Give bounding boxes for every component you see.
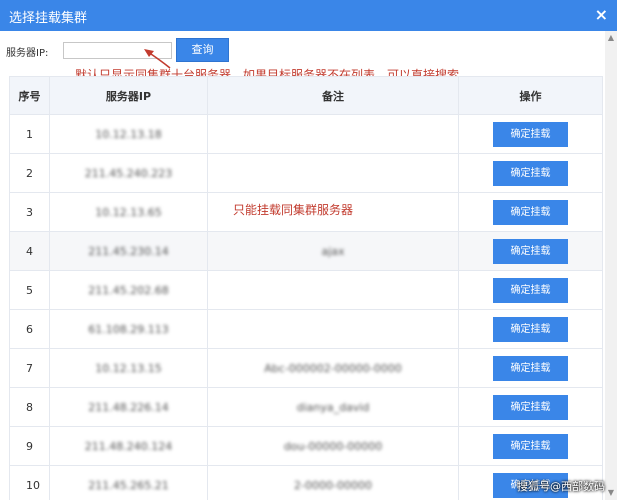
row-ip-text: 211.45.230.14 — [88, 244, 169, 258]
row-action: 确定挂载 — [458, 231, 603, 271]
server-table: 序号 服务器IP 备注 操作 1 10.12.13.18 确定挂载 2 211.… — [9, 76, 603, 500]
row-ip-text: 211.45.202.68 — [88, 283, 169, 297]
row-index: 6 — [9, 309, 50, 349]
table-row: 8 211.48.226.14 dianya_david 确定挂载 — [9, 387, 603, 427]
table-row: 9 211.48.240.124 dou-00000-00000 确定挂载 — [9, 426, 603, 466]
confirm-mount-button[interactable]: 确定挂载 — [493, 316, 568, 342]
confirm-mount-button[interactable]: 确定挂载 — [493, 160, 568, 186]
row-action: 确定挂载 — [458, 426, 603, 466]
column-header-index: 序号 — [9, 76, 50, 115]
row-note-text: dou-00000-00000 — [283, 439, 383, 453]
column-header-note: 备注 — [207, 76, 459, 115]
table-row: 2 211.45.240.223 确定挂载 — [9, 153, 603, 193]
confirm-mount-button[interactable]: 确定挂载 — [493, 433, 568, 459]
confirm-mount-button[interactable]: 确定挂载 — [493, 355, 568, 381]
confirm-mount-button[interactable]: 确定挂载 — [493, 199, 568, 225]
row-ip-text: 211.45.265.21 — [88, 478, 169, 492]
table-header-row: 序号 服务器IP 备注 操作 — [9, 76, 603, 115]
scroll-up-arrow-icon[interactable]: ▲ — [606, 33, 616, 43]
confirm-mount-button[interactable]: 确定挂载 — [493, 121, 568, 147]
table-row: 1 10.12.13.18 确定挂载 — [9, 114, 603, 154]
row-note-text: ajax — [321, 244, 345, 258]
confirm-mount-button[interactable]: 确定挂载 — [493, 277, 568, 303]
row-ip: 211.45.240.223 — [49, 153, 208, 193]
row-note: dianya_david — [207, 387, 459, 427]
row-note-text: Abc-000002-00000-0000 — [264, 361, 402, 375]
row-index: 8 — [9, 387, 50, 427]
row-ip-text: 211.48.240.124 — [84, 439, 173, 453]
row-index: 3 — [9, 192, 50, 232]
scroll-down-arrow-icon[interactable]: ▼ — [606, 488, 616, 498]
row-ip: 211.48.226.14 — [49, 387, 208, 427]
row-ip: 10.12.13.65 — [49, 192, 208, 232]
query-button[interactable]: 查询 — [176, 38, 229, 62]
row-action: 确定挂载 — [458, 114, 603, 154]
row-index: 9 — [9, 426, 50, 466]
row-index: 10 — [9, 465, 50, 500]
table-row: 6 61.108.29.113 确定挂载 — [9, 309, 603, 349]
row-index: 7 — [9, 348, 50, 388]
row-note-text: dianya_david — [296, 400, 370, 414]
confirm-mount-button[interactable]: 确定挂载 — [493, 238, 568, 264]
column-header-server-ip: 服务器IP — [49, 76, 208, 115]
annotation-cluster-hint: 只能挂载同集群服务器 — [233, 203, 354, 217]
table-row: 5 211.45.202.68 确定挂载 — [9, 270, 603, 310]
row-ip-text: 10.12.13.15 — [95, 361, 162, 375]
row-ip-text: 10.12.13.65 — [95, 205, 162, 219]
row-ip: 211.45.230.14 — [49, 231, 208, 271]
row-index: 2 — [9, 153, 50, 193]
row-action: 确定挂载 — [458, 270, 603, 310]
row-index: 4 — [9, 231, 50, 271]
row-action: 确定挂载 — [458, 348, 603, 388]
dialog-titlebar: 选择挂载集群 × — [0, 0, 617, 31]
row-note — [207, 270, 459, 310]
row-action: 确定挂载 — [458, 153, 603, 193]
row-action: 确定挂载 — [458, 387, 603, 427]
row-action: 确定挂载 — [458, 309, 603, 349]
row-note — [207, 153, 459, 193]
table-row: 7 10.12.13.15 Abc-000002-00000-0000 确定挂载 — [9, 348, 603, 388]
row-note: dou-00000-00000 — [207, 426, 459, 466]
table-row: 10 211.45.265.21 2-0000-00000 确定挂载 — [9, 465, 603, 500]
row-ip: 61.108.29.113 — [49, 309, 208, 349]
row-note: Abc-000002-00000-0000 — [207, 348, 459, 388]
row-ip: 211.45.202.68 — [49, 270, 208, 310]
dialog-title: 选择挂载集群 — [9, 11, 88, 26]
row-ip-text: 61.108.29.113 — [88, 322, 169, 336]
row-ip-text: 10.12.13.18 — [95, 127, 162, 141]
row-ip: 211.45.265.21 — [49, 465, 208, 500]
row-note-text: 2-0000-00000 — [294, 478, 372, 492]
server-ip-label: 服务器IP: — [6, 48, 49, 59]
row-action: 确定挂载 — [458, 192, 603, 232]
row-note: ajax — [207, 231, 459, 271]
row-ip: 10.12.13.15 — [49, 348, 208, 388]
row-index: 1 — [9, 114, 50, 154]
row-ip-text: 211.45.240.223 — [84, 166, 173, 180]
close-icon[interactable]: × — [595, 5, 608, 24]
row-ip-text: 211.48.226.14 — [88, 400, 169, 414]
vertical-scrollbar[interactable] — [605, 31, 617, 500]
row-note — [207, 114, 459, 154]
table-row: 4 211.45.230.14 ajax 确定挂载 — [9, 231, 603, 271]
row-note: 2-0000-00000 — [207, 465, 459, 500]
watermark: 搜狐号@西部数码 — [517, 480, 605, 493]
confirm-mount-button[interactable]: 确定挂载 — [493, 394, 568, 420]
column-header-action: 操作 — [458, 76, 603, 115]
row-note — [207, 309, 459, 349]
row-ip: 211.48.240.124 — [49, 426, 208, 466]
row-index: 5 — [9, 270, 50, 310]
row-ip: 10.12.13.18 — [49, 114, 208, 154]
